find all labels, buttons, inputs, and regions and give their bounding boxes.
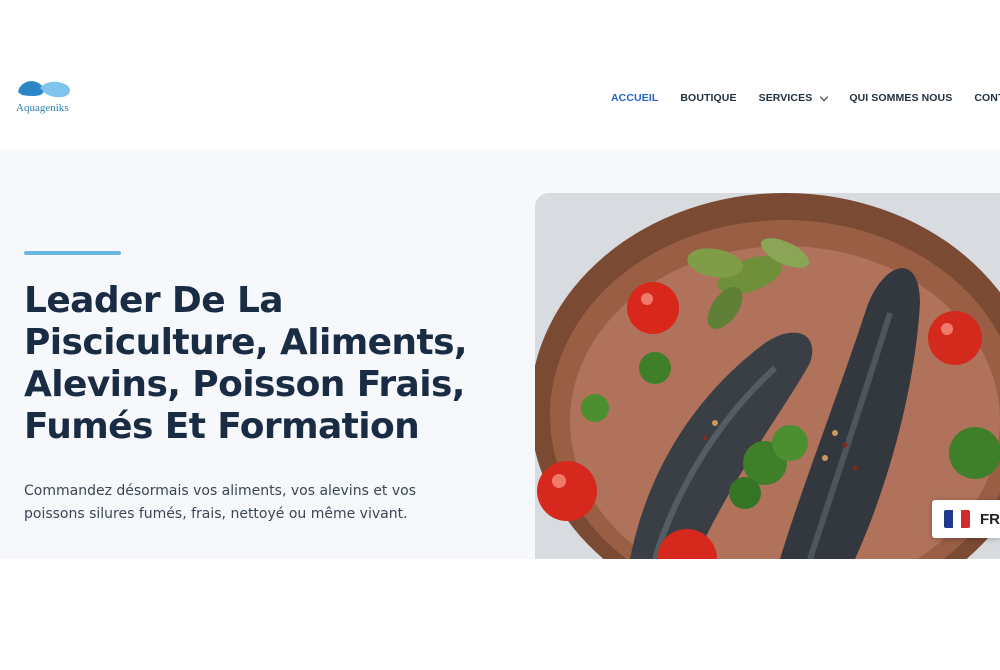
hero-subtitle-line: Commandez désormais vos aliments, vos al… — [24, 483, 417, 499]
nav-item-boutique[interactable]: BOUTIQUE — [680, 92, 736, 104]
nav-item-contact[interactable]: CONTACT — [974, 92, 1000, 104]
hero-title-line: Fumés Et Formation — [24, 406, 420, 447]
nav-item-services[interactable]: SERVICES — [758, 92, 829, 104]
accent-divider — [24, 251, 121, 255]
hero-subtitle: Commandez désormais vos aliments, vos al… — [24, 480, 454, 526]
hero-section: Leader De La Pisciculture, Aliments, Ale… — [0, 150, 1000, 559]
fish-dish-photo — [535, 193, 1000, 559]
chevron-down-icon — [820, 92, 829, 101]
main-nav: ACCUEIL BOUTIQUE SERVICES QUI SOMMES NOU… — [611, 90, 1000, 106]
language-code: FR — [980, 510, 1000, 528]
aquageniks-logo-icon — [18, 81, 70, 98]
brand-name: Aquageniks — [16, 102, 69, 114]
site-header: Aquageniks ACCUEIL BOUTIQUE SERVICES QUI… — [0, 0, 1000, 150]
hero-subtitle-line: poissons silures fumés, frais, nettoyé o… — [24, 506, 408, 522]
hero-title-line: Leader De La — [24, 280, 284, 321]
france-flag-icon — [944, 510, 970, 528]
hero-title: Leader De La Pisciculture, Aliments, Ale… — [24, 280, 494, 448]
nav-item-qui-sommes-nous[interactable]: QUI SOMMES NOUS — [849, 92, 952, 104]
language-switcher[interactable]: FR — [932, 500, 1000, 538]
nav-item-accueil[interactable]: ACCUEIL — [611, 92, 658, 104]
nav-item-services-label: SERVICES — [758, 92, 813, 104]
hero-title-line: Pisciculture, Aliments, — [24, 322, 468, 363]
hero-title-line: Alevins, Poisson Frais, — [24, 364, 465, 405]
hero-image — [535, 193, 1000, 559]
brand-logo[interactable]: Aquageniks — [14, 78, 78, 118]
